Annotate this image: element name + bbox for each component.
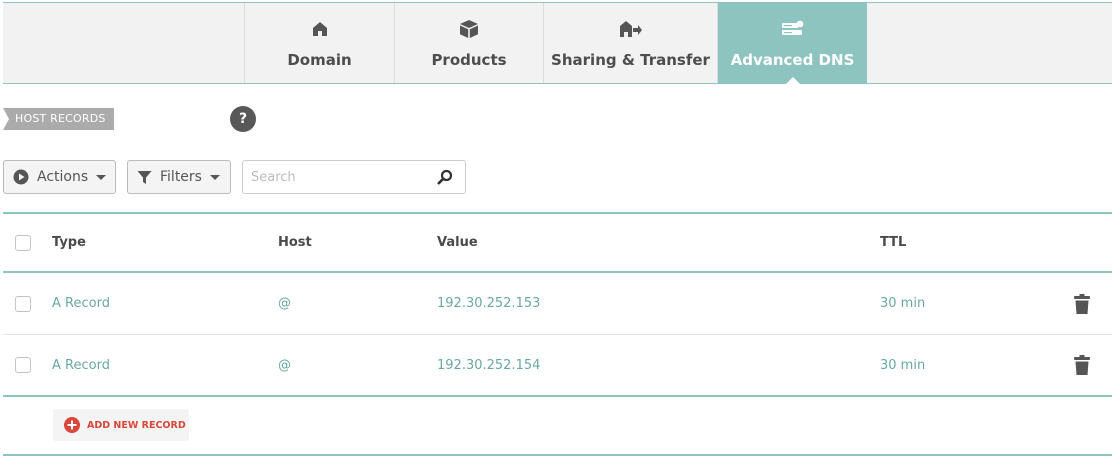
record-host-cell[interactable]: @ xyxy=(278,273,291,334)
record-type-cell[interactable]: A Record xyxy=(52,273,110,334)
trash-icon[interactable] xyxy=(1074,293,1090,314)
column-header-ttl: TTL xyxy=(880,235,907,250)
tab-sharing-transfer[interactable]: Sharing & Transfer xyxy=(544,3,718,83)
bottom-divider xyxy=(3,454,1112,456)
search-input[interactable] xyxy=(251,161,431,193)
host-records-table: Type Host Value TTL A Record @ 192.30.25… xyxy=(3,212,1112,397)
actions-dropdown-button[interactable]: Actions xyxy=(3,160,116,194)
tab-bar-spacer xyxy=(3,3,245,83)
domain-tab-bar: Domain Products Sharing & Transfer Advan… xyxy=(3,2,1112,84)
record-value-cell[interactable]: 192.30.252.153 xyxy=(437,273,540,334)
record-type-cell[interactable]: A Record xyxy=(52,335,110,395)
play-circle-icon xyxy=(13,169,29,185)
chevron-down-icon xyxy=(96,174,107,180)
table-row: A Record @ 192.30.252.154 30 min xyxy=(3,335,1112,397)
tab-domain-label: Domain xyxy=(287,51,352,69)
tab-products-label: Products xyxy=(431,51,507,69)
column-header-type: Type xyxy=(52,235,86,250)
table-row: A Record @ 192.30.252.153 30 min xyxy=(3,273,1112,335)
chevron-down-icon xyxy=(209,174,220,180)
tab-advanced-dns-label: Advanced DNS xyxy=(730,51,855,69)
record-host-cell[interactable]: @ xyxy=(278,335,291,395)
add-new-record-button[interactable]: ADD NEW RECORD xyxy=(53,409,189,441)
add-new-record-label: ADD NEW RECORD xyxy=(87,419,186,431)
search-box xyxy=(242,160,466,194)
table-header-row: Type Host Value TTL xyxy=(3,212,1112,273)
host-records-tag: HOST RECORDS xyxy=(3,108,114,130)
help-button[interactable]: ? xyxy=(230,106,256,132)
select-all-checkbox[interactable] xyxy=(15,234,31,251)
search-icon[interactable] xyxy=(437,169,453,189)
plus-circle-icon xyxy=(64,417,80,433)
actions-label: Actions xyxy=(37,169,89,185)
record-ttl-cell[interactable]: 30 min xyxy=(880,273,925,334)
filters-dropdown-button[interactable]: Filters xyxy=(127,160,231,194)
box-icon xyxy=(459,18,479,40)
tab-sharing-transfer-label: Sharing & Transfer xyxy=(551,51,710,69)
tab-advanced-dns[interactable]: Advanced DNS xyxy=(718,3,867,84)
server-icon xyxy=(781,18,805,40)
tab-domain[interactable]: Domain xyxy=(245,3,395,83)
record-ttl-cell[interactable]: 30 min xyxy=(880,335,925,395)
house-transfer-icon xyxy=(619,18,643,40)
row-checkbox[interactable] xyxy=(15,295,31,312)
column-header-value: Value xyxy=(437,235,478,250)
filters-label: Filters xyxy=(160,169,202,185)
funnel-icon xyxy=(137,170,152,185)
tab-products[interactable]: Products xyxy=(395,3,544,83)
column-header-host: Host xyxy=(278,235,312,250)
record-value-cell[interactable]: 192.30.252.154 xyxy=(437,335,540,395)
home-icon xyxy=(312,18,328,40)
trash-icon[interactable] xyxy=(1074,355,1090,375)
row-checkbox[interactable] xyxy=(15,357,31,373)
